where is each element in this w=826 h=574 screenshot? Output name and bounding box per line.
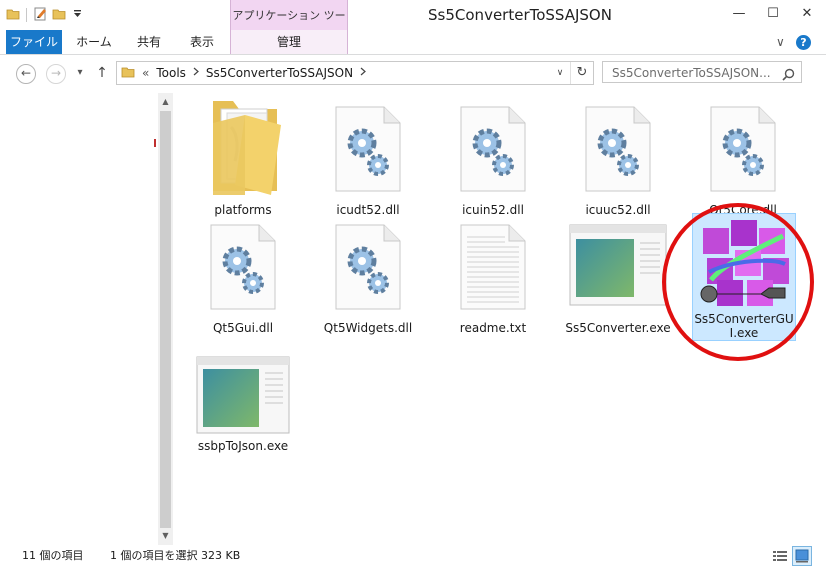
breadcrumb-arrow-icon[interactable] bbox=[193, 67, 199, 79]
toolbar-separator bbox=[26, 8, 27, 22]
properties-icon[interactable] bbox=[33, 6, 49, 25]
file-name: Ss5Converter.exe bbox=[565, 321, 671, 335]
maximize-button[interactable]: ☐ bbox=[756, 0, 790, 30]
quick-access-toolbar bbox=[6, 6, 82, 24]
breadcrumb-current[interactable]: Ss5ConverterToSSAJSON bbox=[206, 66, 353, 80]
tab-file[interactable]: ファイル bbox=[6, 30, 62, 54]
file-item[interactable]: icuin52.dll bbox=[437, 93, 549, 217]
file-name: readme.txt bbox=[459, 321, 527, 335]
forward-arrow-icon: → bbox=[46, 64, 66, 84]
dll-gear-icon bbox=[187, 211, 299, 321]
forward-button[interactable]: → bbox=[46, 63, 66, 84]
item-count-text: 11 個の項目 bbox=[22, 549, 84, 562]
selection-info-text: 1 個の項目を選択 323 KB bbox=[110, 549, 241, 562]
dll-gear-icon bbox=[312, 211, 424, 321]
application-window-icon bbox=[562, 211, 674, 321]
help-button[interactable]: ? bbox=[796, 30, 811, 54]
scrollbar-thumb[interactable] bbox=[160, 111, 171, 528]
application-tools-header: アプリケーション ツール bbox=[230, 0, 348, 54]
large-icons-view-icon[interactable] bbox=[792, 546, 812, 566]
breadcrumb-arrow-icon[interactable] bbox=[360, 67, 366, 79]
title-bar: アプリケーション ツール Ss5ConverterToSSAJSON — ☐ ✕ bbox=[0, 0, 826, 54]
scroll-up-arrow-icon[interactable]: ▲ bbox=[159, 96, 172, 108]
folder-icon bbox=[187, 93, 299, 203]
minimize-button[interactable]: — bbox=[722, 0, 756, 30]
text-document-icon bbox=[437, 211, 549, 321]
close-button[interactable]: ✕ bbox=[790, 0, 824, 30]
customize-toolbar-dropdown[interactable] bbox=[73, 9, 82, 21]
back-arrow-icon: ← bbox=[16, 64, 36, 84]
help-icon: ? bbox=[796, 35, 811, 50]
file-item[interactable]: Ss5Converter.exe bbox=[562, 211, 674, 335]
search-placeholder: Ss5ConverterToSSAJSON... bbox=[612, 66, 771, 80]
dll-gear-icon bbox=[562, 93, 674, 203]
file-item[interactable]: Qt5Widgets.dll bbox=[312, 211, 424, 335]
back-button[interactable]: ← bbox=[16, 63, 36, 84]
navigation-pane[interactable] bbox=[8, 93, 156, 538]
address-history-dropdown[interactable]: ∨ bbox=[551, 62, 569, 84]
highlight-circle-annotation bbox=[662, 203, 814, 361]
ribbon-tabs: ファイル ホーム 共有 表示 管理 bbox=[0, 30, 826, 55]
status-bar: 11 個の項目 1 個の項目を選択 323 KB bbox=[0, 545, 826, 574]
file-item[interactable]: Qt5Core.dll bbox=[687, 93, 799, 217]
recent-locations-button[interactable]: ▾ bbox=[70, 63, 90, 83]
application-window-icon bbox=[187, 329, 299, 439]
up-button[interactable]: ↑ bbox=[92, 63, 112, 83]
window-title: Ss5ConverterToSSAJSON bbox=[428, 6, 612, 24]
dll-gear-icon bbox=[312, 93, 424, 203]
details-view-icon[interactable] bbox=[771, 547, 789, 565]
file-name: ssbpToJson.exe bbox=[197, 439, 289, 453]
expand-ribbon-button[interactable]: ∨ bbox=[776, 30, 785, 54]
scroll-down-arrow-icon[interactable]: ▼ bbox=[159, 530, 172, 542]
tab-share[interactable]: 共有 bbox=[124, 30, 174, 54]
file-item[interactable]: icuuc52.dll bbox=[562, 93, 674, 217]
address-bar[interactable]: « Tools Ss5ConverterToSSAJSON ∨ ↻ bbox=[116, 61, 594, 85]
tab-home[interactable]: ホーム bbox=[66, 30, 122, 54]
dll-gear-icon bbox=[437, 93, 549, 203]
search-input[interactable]: Ss5ConverterToSSAJSON... bbox=[602, 61, 802, 83]
search-icon[interactable] bbox=[782, 66, 795, 88]
tab-view[interactable]: 表示 bbox=[176, 30, 228, 54]
folder-icon[interactable] bbox=[6, 7, 20, 24]
file-item[interactable]: platforms bbox=[187, 93, 299, 217]
address-overflow[interactable]: « bbox=[142, 66, 149, 80]
dll-gear-icon bbox=[687, 93, 799, 203]
refresh-button[interactable]: ↻ bbox=[570, 62, 593, 84]
folder-icon bbox=[121, 65, 135, 82]
file-item[interactable]: ssbpToJson.exe bbox=[187, 329, 299, 453]
file-item[interactable]: readme.txt bbox=[437, 211, 549, 335]
new-folder-icon[interactable] bbox=[52, 7, 66, 24]
file-name: Qt5Widgets.dll bbox=[323, 321, 413, 335]
tab-manage[interactable]: 管理 bbox=[230, 30, 348, 54]
nav-pane-marker bbox=[154, 139, 156, 147]
file-item[interactable]: icudt52.dll bbox=[312, 93, 424, 217]
breadcrumb-tools[interactable]: Tools bbox=[156, 66, 186, 80]
file-item[interactable]: Qt5Gui.dll bbox=[187, 211, 299, 335]
